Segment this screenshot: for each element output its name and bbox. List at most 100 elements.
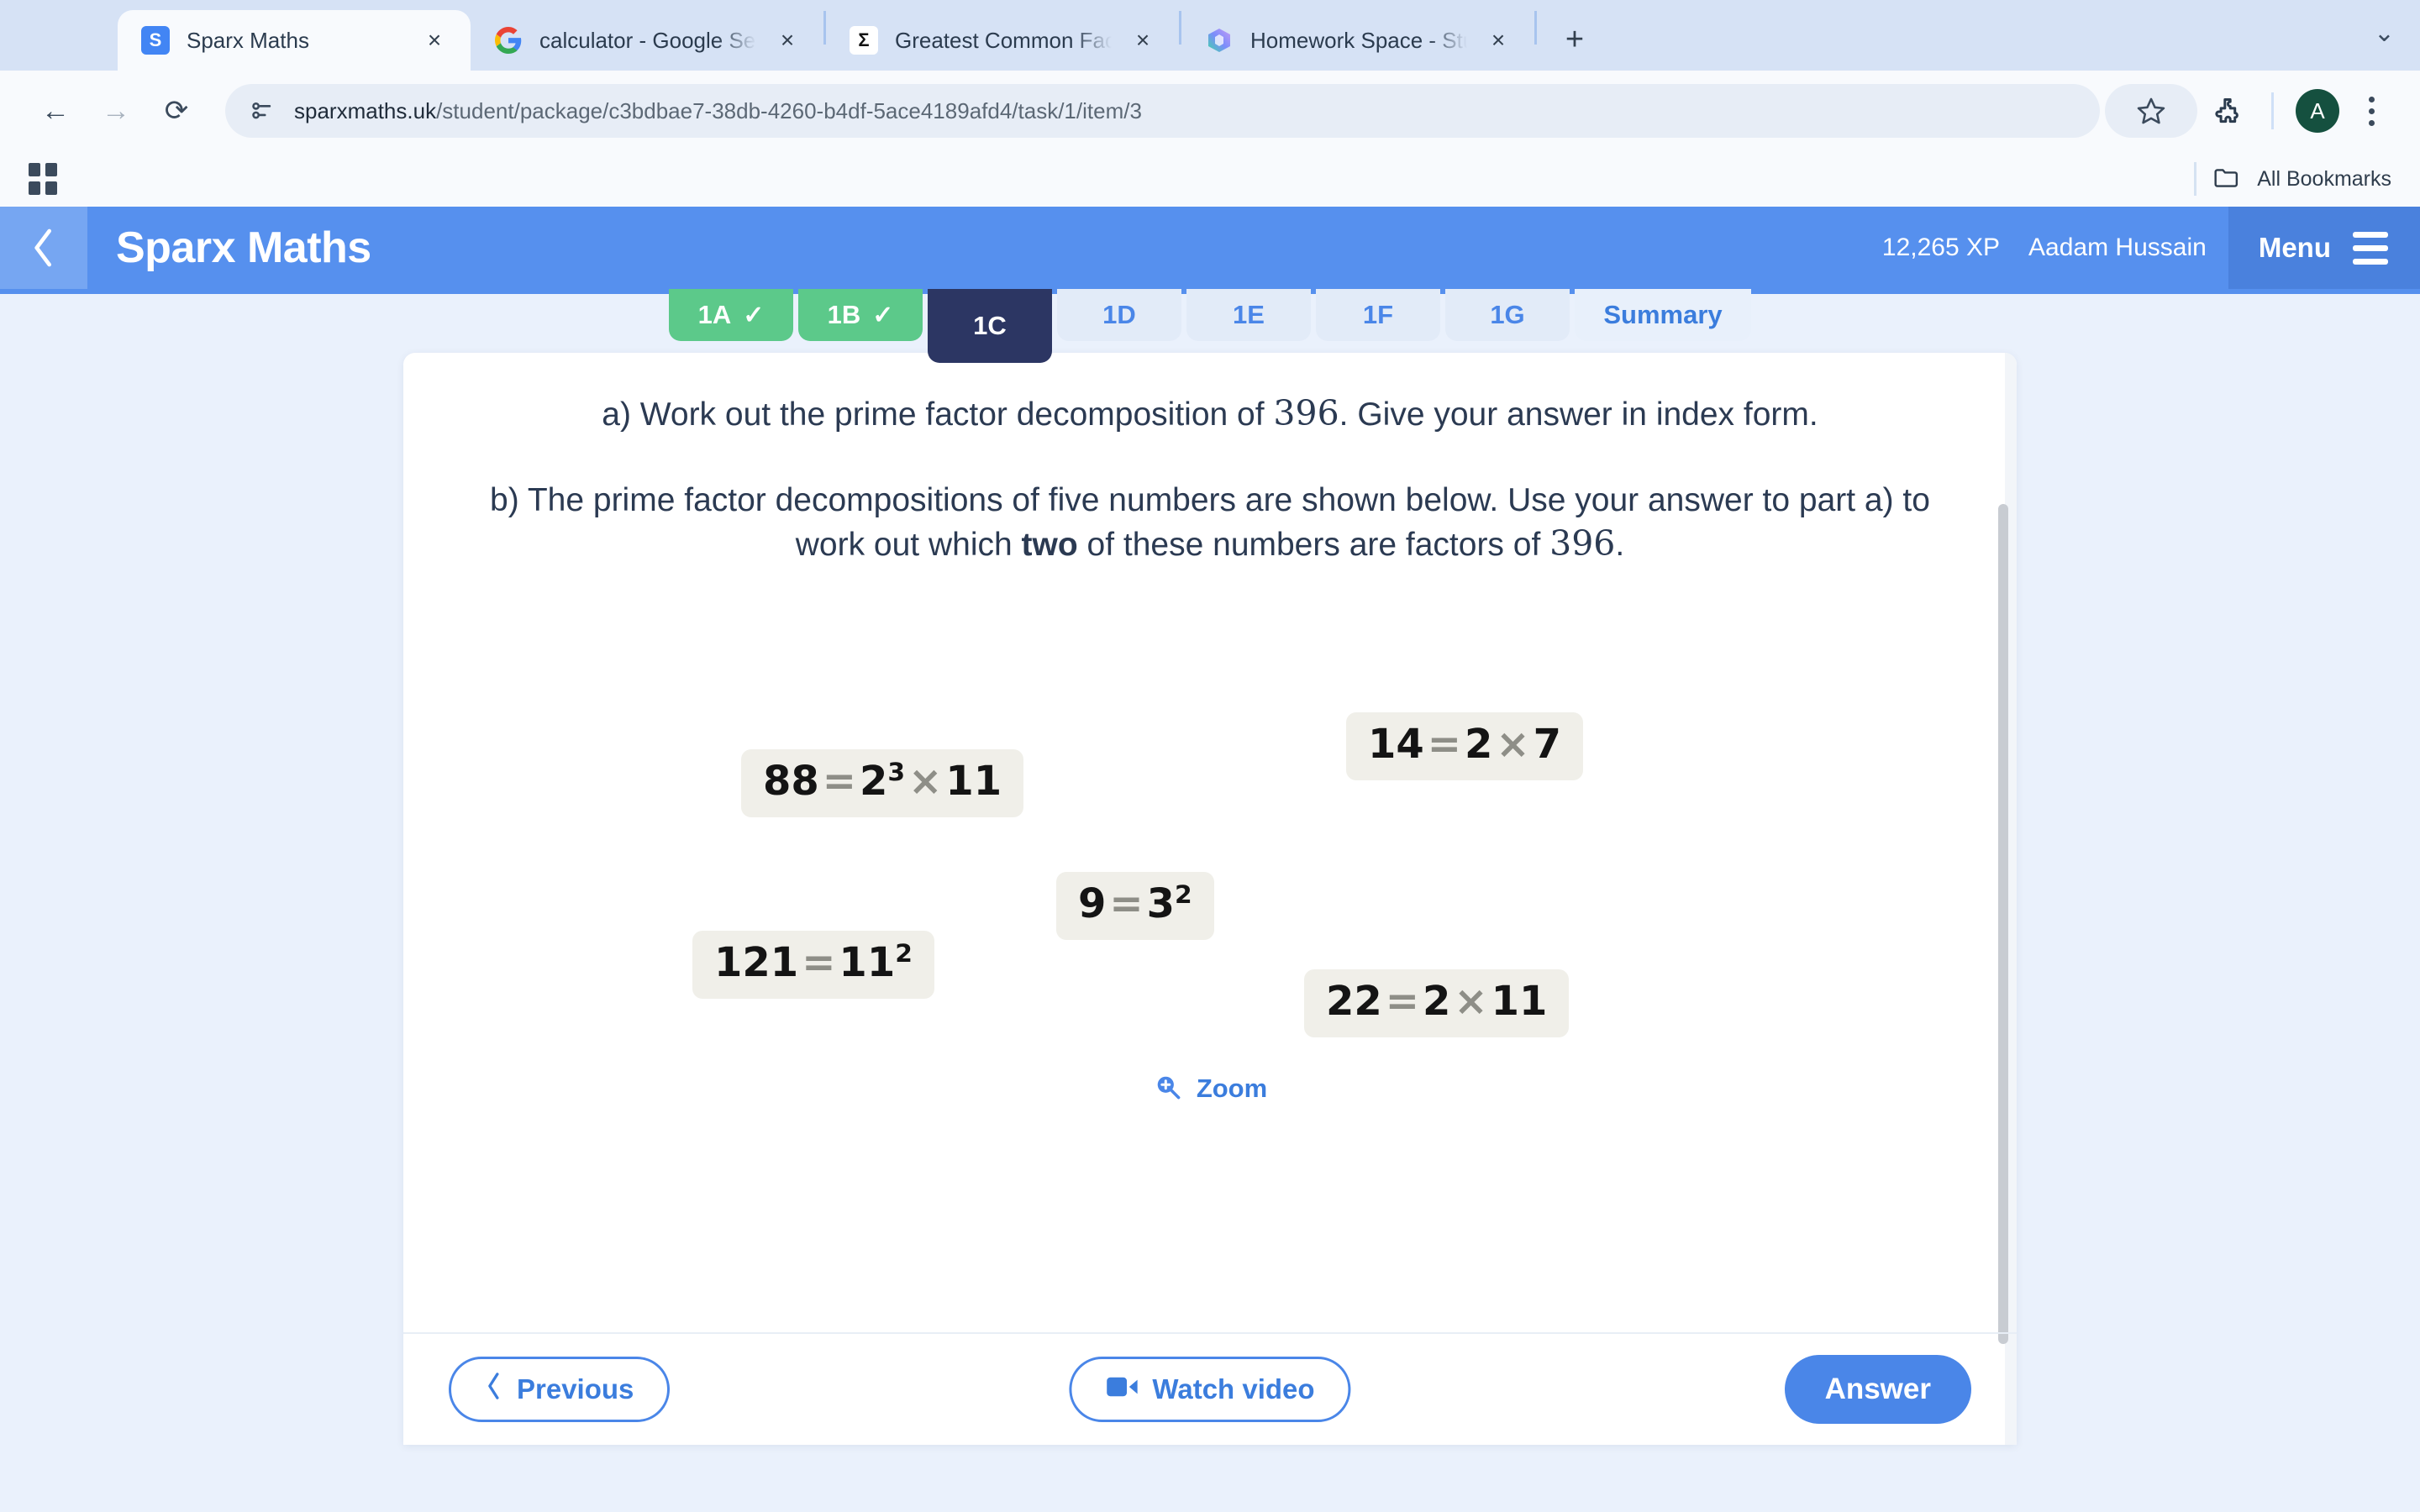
- task-tab-label: 1E: [1233, 300, 1265, 329]
- task-tab-1d[interactable]: 1D: [1057, 289, 1181, 341]
- factor-number: 9: [1078, 879, 1107, 927]
- browser-tab-calculator-google-search[interactable]: calculator - Google Search ×: [471, 10, 823, 71]
- equals-sign: =: [1109, 879, 1144, 927]
- question-part-b: b) The prime factor decompositions of fi…: [464, 480, 1956, 566]
- sigma-icon: Σ: [850, 26, 878, 55]
- zoom-label: Zoom: [1196, 1074, 1268, 1104]
- close-icon[interactable]: ×: [1484, 29, 1512, 52]
- question-card: a) Work out the prime factor decompositi…: [403, 353, 2017, 1445]
- zoom-control[interactable]: Zoom: [464, 1072, 1956, 1128]
- times-sign: ×: [1496, 720, 1530, 768]
- task-tab-label: 1C: [973, 311, 1007, 340]
- factor-box-group: 88=23×11 14=2×7 9=32 121=112 22=2×11: [464, 601, 1956, 1072]
- google-icon: [494, 26, 523, 55]
- tab-title: Sparx Maths: [187, 27, 309, 53]
- factor-number: 88: [763, 757, 819, 805]
- close-icon[interactable]: ×: [773, 29, 802, 52]
- task-tab-1c[interactable]: 1C: [928, 289, 1052, 363]
- task-tab-1g[interactable]: 1G: [1445, 289, 1570, 341]
- browser-tab-sparx-maths[interactable]: S Sparx Maths ×: [118, 10, 471, 71]
- apps-grid-icon[interactable]: [29, 163, 57, 195]
- factor-base-2: 7: [1533, 720, 1562, 768]
- task-tab-label: 1D: [1102, 300, 1136, 329]
- task-tab-label: Summary: [1603, 300, 1723, 329]
- previous-label: Previous: [517, 1373, 634, 1404]
- previous-button[interactable]: Previous: [449, 1357, 671, 1422]
- part-b-post: .: [1615, 526, 1625, 563]
- browser-tabstrip: S Sparx Maths × calculator - Google Sear…: [0, 0, 2420, 71]
- part-b-mid: of these numbers are factors of: [1077, 526, 1550, 563]
- task-tab-bar: 1A ✓ 1B ✓ 1C 1D 1E 1F 1G Summary: [0, 289, 2420, 363]
- factor-box-121: 121=112: [692, 930, 934, 999]
- sparx-header-right: 12,265 XP Aadam Hussain Menu: [1882, 207, 2420, 289]
- video-camera-icon: [1105, 1373, 1139, 1405]
- studyx-icon: [1205, 26, 1234, 55]
- factor-exponent-1: 2: [895, 938, 913, 969]
- browser-window: S Sparx Maths × calculator - Google Sear…: [0, 0, 2420, 1512]
- site-settings-icon[interactable]: [247, 97, 276, 125]
- task-tab-label: 1A: [697, 300, 732, 329]
- times-sign: ×: [1454, 977, 1488, 1025]
- task-tab-1b[interactable]: 1B ✓: [798, 289, 923, 341]
- hamburger-icon: [2353, 231, 2388, 265]
- kebab-menu-icon[interactable]: [2348, 96, 2395, 126]
- sparx-header: Sparx Maths 12,265 XP Aadam Hussain Menu: [0, 207, 2420, 289]
- close-icon[interactable]: ×: [1128, 29, 1157, 52]
- forward-button[interactable]: →: [86, 81, 146, 141]
- part-a-number: 396: [1273, 393, 1339, 433]
- close-icon[interactable]: ×: [420, 29, 449, 52]
- back-button[interactable]: ←: [25, 81, 86, 141]
- factor-base-2: 11: [1491, 977, 1548, 1025]
- url-domain: sparxmaths.uk: [294, 97, 437, 123]
- bookmarks-bar-right: All Bookmarks: [2194, 162, 2391, 196]
- question-footer: Previous Watch video Answer: [403, 1332, 2017, 1445]
- watch-video-button[interactable]: Watch video: [1069, 1357, 1351, 1422]
- task-tab-summary[interactable]: Summary: [1575, 289, 1751, 341]
- question-part-a: a) Work out the prime factor decompositi…: [464, 391, 1956, 436]
- task-tab-1a[interactable]: 1A ✓: [669, 289, 793, 341]
- chevron-down-icon[interactable]: ⌄: [2374, 18, 2395, 48]
- address-bar[interactable]: sparxmaths.uk/student/package/c3bdbae7-3…: [225, 84, 2100, 138]
- url-path: /student/package/c3bdbae7-38db-4260-b4df…: [436, 97, 1142, 123]
- question-card-wrapper: a) Work out the prime factor decompositi…: [0, 346, 2420, 1445]
- factor-base-1: 11: [839, 938, 896, 986]
- tab-divider: [1534, 11, 1537, 45]
- address-bar-url: sparxmaths.uk/student/package/c3bdbae7-3…: [294, 98, 1142, 124]
- tab-title: calculator - Google Search: [539, 27, 756, 53]
- factor-base-1: 2: [1465, 720, 1493, 768]
- equals-sign: =: [822, 757, 857, 805]
- avatar[interactable]: A: [2296, 89, 2339, 133]
- factor-number: 22: [1326, 977, 1382, 1025]
- browser-tab-homework-space-studyx[interactable]: Homework Space - StudyX ×: [1181, 10, 1534, 71]
- factor-exponent-1: 2: [1175, 879, 1192, 910]
- tab-title: Homework Space - StudyX: [1250, 27, 1467, 53]
- task-tab-label: 1G: [1490, 300, 1525, 329]
- all-bookmarks-label[interactable]: All Bookmarks: [2257, 167, 2391, 192]
- extensions-puzzle-icon[interactable]: [2197, 81, 2258, 141]
- task-tab-1e[interactable]: 1E: [1186, 289, 1311, 341]
- factor-box-22: 22=2×11: [1304, 969, 1570, 1037]
- answer-label: Answer: [1824, 1373, 1931, 1405]
- magnifier-plus-icon: [1153, 1072, 1183, 1106]
- reload-button[interactable]: ⟳: [146, 81, 207, 141]
- sparx-icon: S: [141, 26, 170, 55]
- app-back-button[interactable]: [0, 207, 87, 289]
- toolbar-divider: [2271, 92, 2274, 129]
- factor-exponent-1: 3: [887, 757, 906, 787]
- question-body: a) Work out the prime factor decompositi…: [403, 353, 2017, 1332]
- watch-video-label: Watch video: [1152, 1373, 1315, 1404]
- check-icon: ✓: [743, 301, 765, 329]
- bookmark-star-icon[interactable]: [2105, 84, 2197, 138]
- browser-tab-greatest-common-factor-calc[interactable]: Σ Greatest Common Factor Calc ×: [826, 10, 1179, 71]
- menu-button[interactable]: Menu: [2228, 207, 2420, 289]
- factor-base-1: 2: [860, 757, 888, 805]
- answer-button[interactable]: Answer: [1784, 1355, 1971, 1424]
- part-b-number: 396: [1549, 522, 1616, 564]
- task-tab-label: 1B: [827, 300, 861, 329]
- part-b-emphasis: two: [1021, 526, 1078, 563]
- new-tab-button[interactable]: +: [1549, 13, 1601, 66]
- task-tab-1f[interactable]: 1F: [1316, 289, 1440, 341]
- user-name: Aadam Hussain: [2028, 234, 2207, 261]
- factor-box-88: 88=23×11: [741, 748, 1024, 817]
- chevron-left-icon: [485, 1371, 503, 1408]
